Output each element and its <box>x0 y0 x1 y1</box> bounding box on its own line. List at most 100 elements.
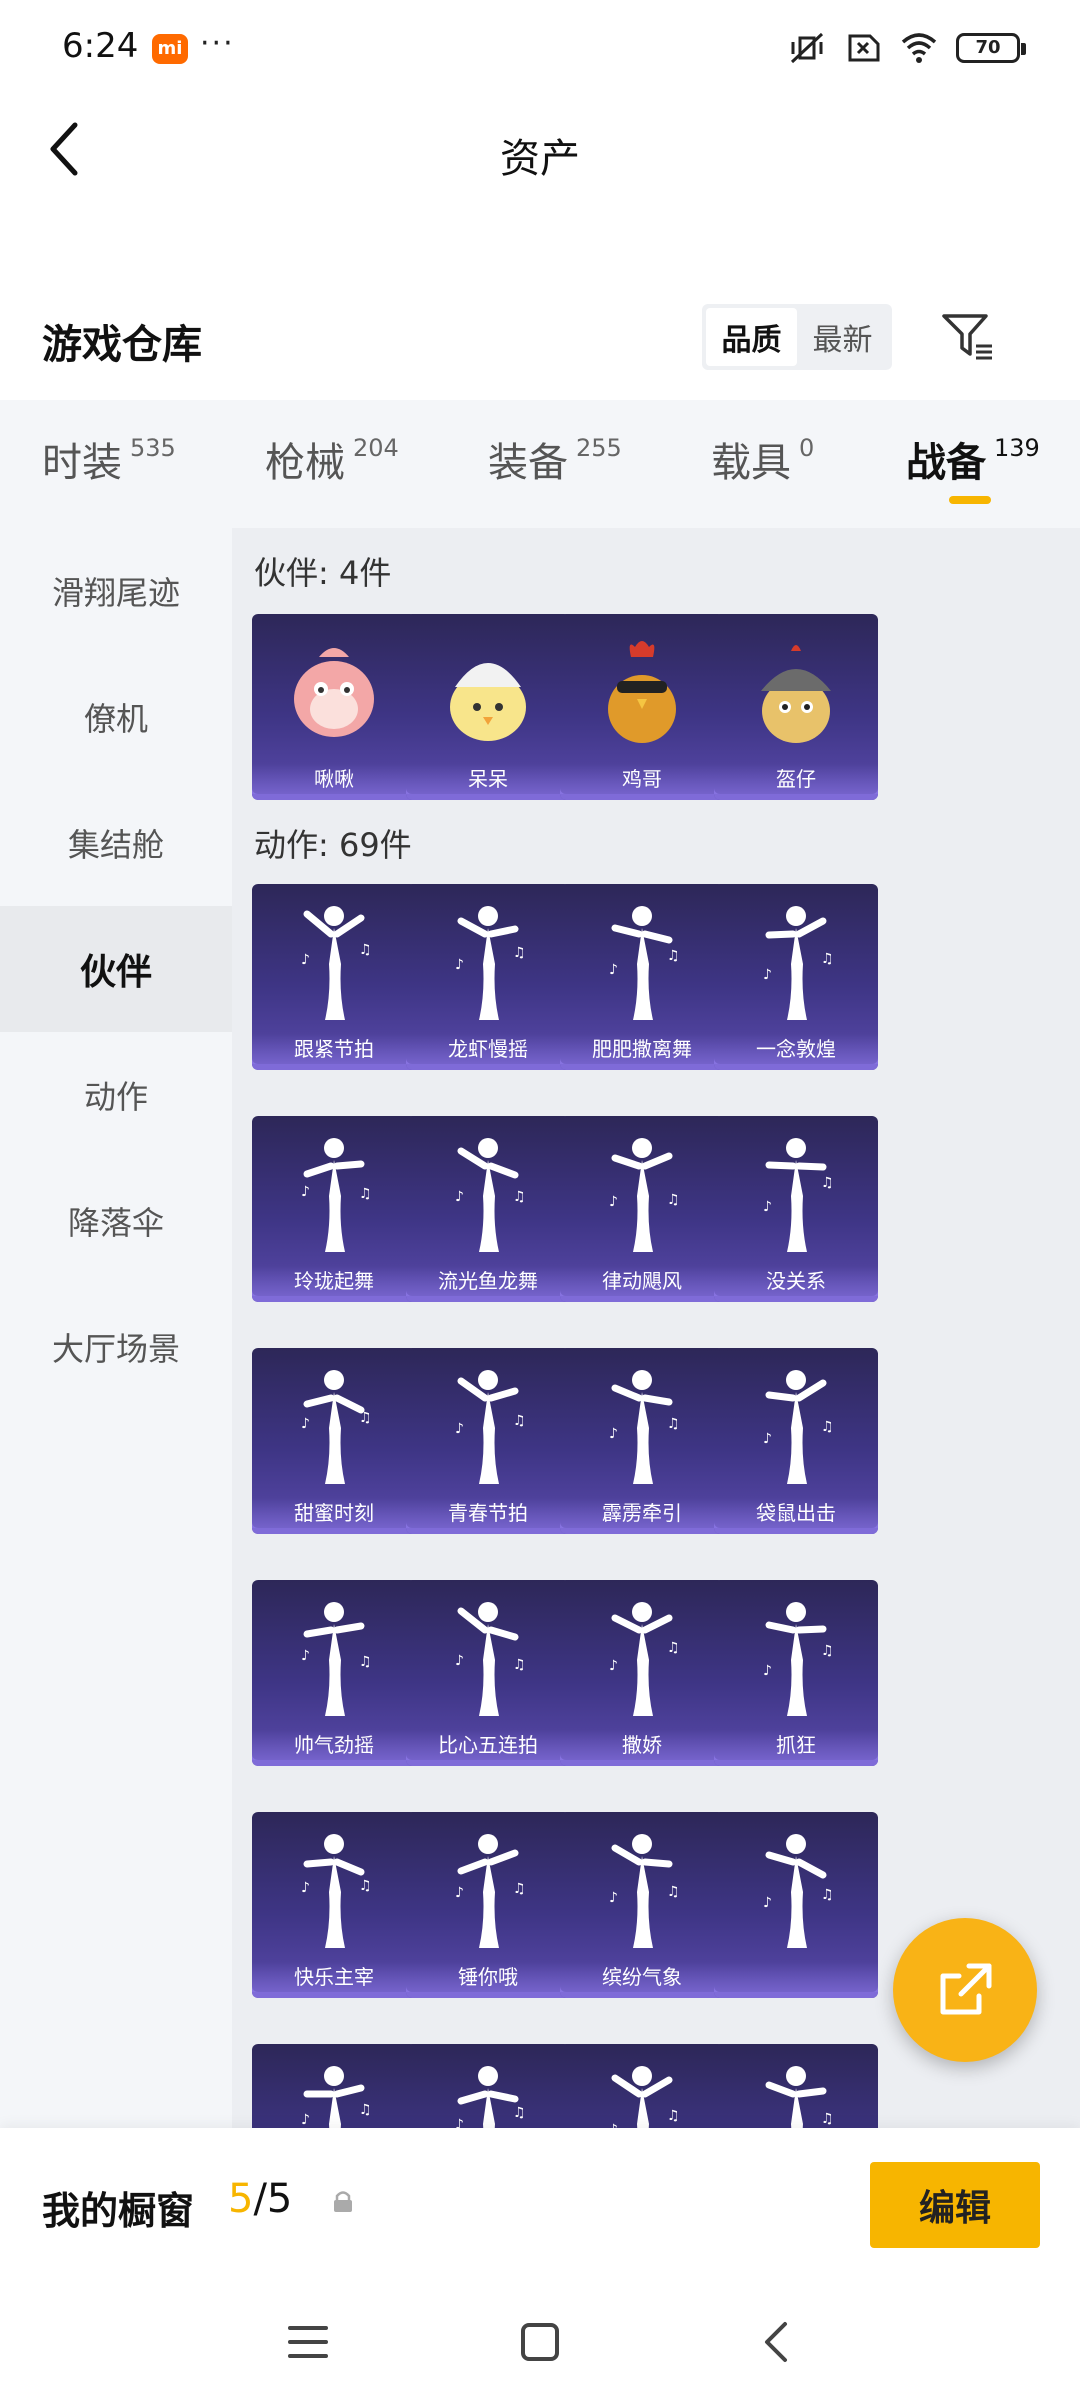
sort-newest-option[interactable]: 最新 <box>797 308 888 366</box>
svg-text:♫: ♫ <box>667 948 680 964</box>
action-card[interactable]: ♪ ♫ 青春节拍 <box>406 1348 570 1534</box>
action-name: 流光鱼龙舞 <box>406 1266 570 1296</box>
action-card[interactable]: ♪ ♫ 锤你哦 <box>406 1812 570 1998</box>
partner-card[interactable]: 盔仔 <box>714 614 878 800</box>
tab-count: 204 <box>353 434 399 462</box>
dancer-silhouette-icon: ♪♫ <box>252 884 416 1034</box>
svg-text:♪: ♪ <box>763 967 772 983</box>
action-card[interactable]: ♪ ♫ 跟紧节拍 <box>252 884 416 1070</box>
action-name: 甜蜜时刻 <box>252 1498 416 1528</box>
header: 资产 <box>0 96 1080 206</box>
sidebar-item-wingman[interactable]: 僚机 <box>0 654 232 780</box>
action-card[interactable]: ♪ ♫ 甜蜜时刻 <box>252 1348 416 1534</box>
back-nav-button[interactable] <box>746 2312 806 2372</box>
sidebar-item-lobby-scene[interactable]: 大厅场景 <box>0 1284 232 1410</box>
svg-text:♫: ♫ <box>821 2111 834 2127</box>
status-bar: 6:24 mi ··· 70 <box>0 0 1080 96</box>
tab-label: 载具 <box>711 440 791 486</box>
sidebar-item-action[interactable]: 动作 <box>0 1032 232 1158</box>
dancer-silhouette-icon: ♪♫ <box>714 1580 878 1730</box>
dancer-silhouette-icon: ♪♫ <box>252 1116 416 1266</box>
action-card[interactable]: ♪ ♫ 肥肥撒离舞 <box>560 884 724 1070</box>
tab-count: 255 <box>576 434 622 462</box>
svg-text:♫: ♫ <box>513 1189 526 1205</box>
mute-vibrate-icon <box>790 32 824 64</box>
action-name: 没关系 <box>714 1266 878 1296</box>
tab-equipment[interactable]: 装备 255 <box>488 430 622 488</box>
tab-count: 0 <box>799 434 815 462</box>
action-card[interactable]: ♪ ♫ 撒娇 <box>560 1580 724 1766</box>
svg-text:♫: ♫ <box>359 1654 372 1670</box>
action-name: 跟紧节拍 <box>252 1034 416 1064</box>
action-card[interactable]: ♪ ♫ 流光鱼龙舞 <box>406 1116 570 1302</box>
svg-text:♫: ♫ <box>821 1887 834 1903</box>
menu-nav-button[interactable] <box>278 2312 338 2372</box>
share-fab[interactable] <box>893 1918 1037 2062</box>
action-name: 快乐主宰 <box>252 1962 416 1992</box>
dancer-silhouette-icon: ♪♫ <box>560 1348 724 1498</box>
action-card[interactable]: ♪ ♫ 龙虾慢摇 <box>406 884 570 1070</box>
dancer-silhouette-icon: ♪♫ <box>560 1812 724 1962</box>
partner-art <box>406 614 570 764</box>
edit-button[interactable]: 编辑 <box>870 2162 1040 2248</box>
sort-quality-option[interactable]: 品质 <box>706 308 797 366</box>
tab-vehicles[interactable]: 载具 0 <box>711 430 814 488</box>
showcase-total: /5 <box>253 2176 293 2222</box>
svg-text:♪: ♪ <box>455 1653 464 1669</box>
partner-card[interactable]: 啾啾 <box>252 614 416 800</box>
filter-icon <box>942 314 992 360</box>
dancer-silhouette-icon: ♪♫ <box>406 1116 570 1266</box>
action-card[interactable]: ♪ ♫ 袋鼠出击 <box>714 1348 878 1534</box>
action-card[interactable]: ♪♫ <box>560 2044 724 2128</box>
svg-text:♫: ♫ <box>513 1657 526 1673</box>
sidebar: 滑翔尾迹 僚机 集结舱 伙伴 动作 降落伞 大厅场景 <box>0 528 232 2128</box>
dancer-silhouette-icon: ♪♫ <box>406 1812 570 1962</box>
action-card[interactable]: ♪ ♫ 比心五连拍 <box>406 1580 570 1766</box>
dancer-silhouette-icon: ♪♫ <box>252 1580 416 1730</box>
action-card[interactable]: ♪ ♫ 抓狂 <box>714 1580 878 1766</box>
partner-card[interactable]: 鸡哥 <box>560 614 724 800</box>
action-card[interactable]: ♪ ♫ 霹雳牵引 <box>560 1348 724 1534</box>
tab-readiness[interactable]: 战备 139 <box>906 430 1040 488</box>
action-card[interactable]: ♪ ♫ 帅气劲摇 <box>252 1580 416 1766</box>
action-card[interactable]: ♪♫ <box>714 1812 878 1998</box>
tab-firearms[interactable]: 枪械 204 <box>265 430 399 488</box>
dancer-silhouette-icon: ♪♫ <box>714 1116 878 1266</box>
action-card[interactable]: ♪♫ <box>406 2044 570 2128</box>
action-card[interactable]: ♪♫ <box>252 2044 416 2128</box>
sort-toggle: 品质 最新 <box>702 304 892 370</box>
action-card[interactable]: ♪ ♫ 玲珑起舞 <box>252 1116 416 1302</box>
sidebar-item-partner[interactable]: 伙伴 <box>0 906 232 1032</box>
svg-text:♫: ♫ <box>821 1419 834 1435</box>
dancer-silhouette-icon: ♪♫ <box>252 1812 416 1962</box>
svg-text:♪: ♪ <box>609 962 618 978</box>
action-card[interactable]: ♪ ♫ 没关系 <box>714 1116 878 1302</box>
action-card[interactable]: ♪ ♫ 缤纷气象 <box>560 1812 724 1998</box>
action-card[interactable]: ♪ ♫ 一念敦煌 <box>714 884 878 1070</box>
dancer-silhouette-icon: ♪♫ <box>252 1348 416 1498</box>
svg-text:♫: ♫ <box>359 1186 372 1202</box>
svg-text:♪: ♪ <box>609 1194 618 1210</box>
action-card[interactable]: ♪ ♫ 快乐主宰 <box>252 1812 416 1998</box>
warehouse-row: 游戏仓库 品质 最新 <box>0 290 1080 390</box>
tab-fashion[interactable]: 时装 535 <box>42 430 176 488</box>
filter-button[interactable] <box>936 304 1000 368</box>
action-card[interactable]: ♪ ♫ 律动飓风 <box>560 1116 724 1302</box>
more-notifications-icon: ··· <box>200 26 235 61</box>
svg-text:♪: ♪ <box>301 1648 310 1664</box>
action-name <box>714 1962 878 1992</box>
action-name: 霹雳牵引 <box>560 1498 724 1528</box>
sidebar-item-parachute[interactable]: 降落伞 <box>0 1158 232 1284</box>
page-title: 资产 <box>500 136 580 182</box>
partner-card[interactable]: 呆呆 <box>406 614 570 800</box>
system-nav-bar <box>0 2278 1080 2400</box>
home-nav-button[interactable] <box>510 2312 570 2372</box>
sidebar-item-assembly-pod[interactable]: 集结舱 <box>0 780 232 906</box>
mi-app-icon: mi <box>152 34 188 64</box>
svg-text:♪: ♪ <box>301 1880 310 1896</box>
action-section-title: 动作: 69件 <box>254 826 412 864</box>
action-name: 龙虾慢摇 <box>406 1034 570 1064</box>
no-sim-icon <box>848 34 880 62</box>
action-card[interactable]: ♪♫ <box>714 2044 878 2128</box>
sidebar-item-glide-trail[interactable]: 滑翔尾迹 <box>0 528 232 654</box>
